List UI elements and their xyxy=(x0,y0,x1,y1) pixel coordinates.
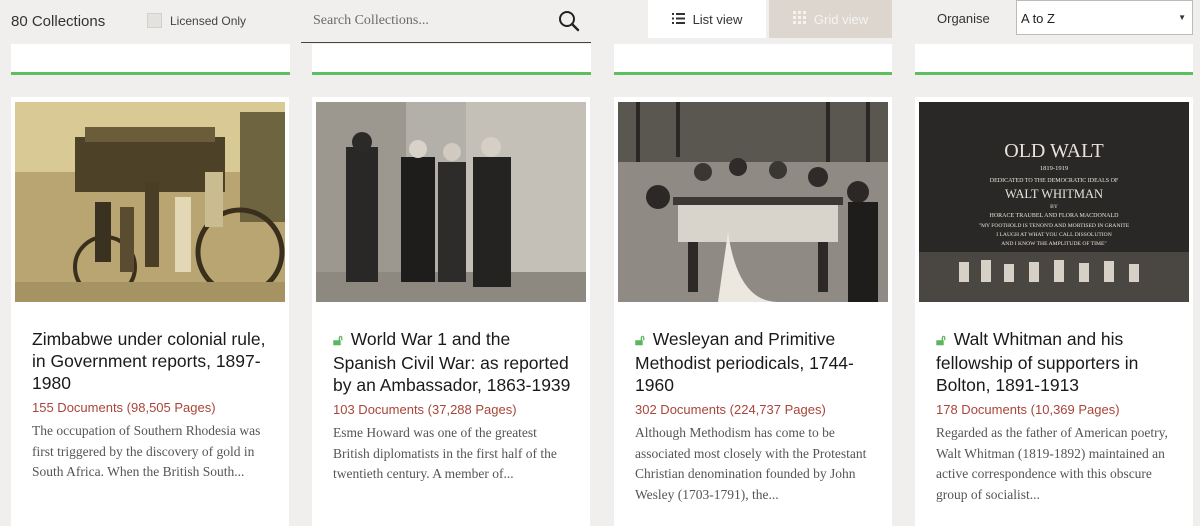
dropdown-arrow-icon: ▼ xyxy=(1178,13,1186,22)
grid-view-label: Grid view xyxy=(813,11,869,27)
document-count-link[interactable]: 155 Documents (98,505 Pages) xyxy=(32,400,274,415)
grid-view-button[interactable]: Grid view xyxy=(769,0,892,38)
list-view-label: List view xyxy=(692,11,743,27)
unlocked-padlock-icon: 🔓︎ xyxy=(635,332,645,349)
licensed-only-checkbox[interactable]: Licensed Only xyxy=(147,13,246,28)
plaque-quote-3: AND I KNOW THE AMPLITUDE OF TIME" xyxy=(1001,241,1106,247)
plaque-authors: HORACE TRAUBEL AND FLORA MACDONALD xyxy=(989,213,1119,219)
collection-title[interactable]: Zimbabwe under colonial rule, in Governm… xyxy=(32,328,274,394)
collection-card[interactable]: OLD WALT 1819-1919 DEDICATED TO THE DEMO… xyxy=(915,97,1193,526)
collection-title[interactable]: 🔓︎ Walt Whitman and his fellowship of sup… xyxy=(936,328,1178,396)
search-bar xyxy=(301,0,591,43)
collection-card[interactable]: 🔓︎ Wesleyan and Primitive Methodist perio… xyxy=(614,97,892,526)
organise-label: Organise xyxy=(937,11,990,26)
collection-title[interactable]: 🔓︎ Wesleyan and Primitive Methodist perio… xyxy=(635,328,877,396)
toolbar: 80 Collections Licensed Only List view G… xyxy=(0,0,1200,44)
collection-title[interactable]: 🔓︎ World War 1 and the Spanish Civil War:… xyxy=(333,328,575,396)
card-body: 🔓︎ World War 1 and the Spanish Civil War:… xyxy=(333,328,575,485)
card-body: 🔓︎ Wesleyan and Primitive Methodist perio… xyxy=(635,328,877,505)
licensed-only-label: Licensed Only xyxy=(170,13,247,28)
collection-card[interactable]: Zimbabwe under colonial rule, in Governm… xyxy=(11,97,289,526)
plaque-dedication: DEDICATED TO THE DEMOCRATIC IDEALS OF xyxy=(990,178,1119,184)
plaque-title: OLD WALT xyxy=(1004,140,1103,162)
list-icon xyxy=(671,12,685,27)
unlocked-padlock-icon: 🔓︎ xyxy=(333,332,343,349)
plaque-name: WALT WHITMAN xyxy=(1005,187,1103,201)
grid-icon xyxy=(792,11,806,27)
collection-description: Esme Howard was one of the greatest Brit… xyxy=(333,425,557,481)
previous-card-bottom xyxy=(312,44,591,75)
document-count-link[interactable]: 103 Documents (37,288 Pages) xyxy=(333,402,575,417)
search-icon[interactable] xyxy=(557,9,581,33)
plaque-years: 1819-1919 xyxy=(1040,165,1068,172)
previous-card-bottom xyxy=(915,44,1193,75)
checkbox-box[interactable] xyxy=(147,13,162,28)
plaque-by: BY xyxy=(1050,204,1058,210)
document-count-link[interactable]: 302 Documents (224,737 Pages) xyxy=(635,402,877,417)
card-body: 🔓︎ Walt Whitman and his fellowship of sup… xyxy=(936,328,1178,505)
collection-card[interactable]: 🔓︎ World War 1 and the Spanish Civil War:… xyxy=(312,97,590,526)
plaque-quote-2: I LAUGH AT WHAT YOU CALL DISSOLUTION xyxy=(996,232,1112,238)
list-view-button[interactable]: List view xyxy=(648,0,766,38)
previous-card-bottom xyxy=(11,44,290,75)
collection-description: Although Methodism has come to be associ… xyxy=(635,425,867,502)
collection-thumbnail[interactable] xyxy=(316,102,586,302)
unlocked-padlock-icon: 🔓︎ xyxy=(936,332,946,349)
collection-count: 80 Collections xyxy=(11,13,106,30)
collection-description: Regarded as the father of American poetr… xyxy=(936,425,1168,502)
document-count-link[interactable]: 178 Documents (10,369 Pages) xyxy=(936,402,1178,417)
plaque-quote-1: "MY FOOTHOLD IS TENON'D AND MORTISED IN … xyxy=(979,223,1130,229)
card-body: Zimbabwe under colonial rule, in Governm… xyxy=(32,328,274,483)
collection-thumbnail[interactable] xyxy=(618,102,888,302)
sort-select[interactable]: A to Z ▼ xyxy=(1016,0,1193,35)
collection-thumbnail[interactable] xyxy=(15,102,285,302)
collection-description: The occupation of Southern Rhodesia was … xyxy=(32,423,261,479)
previous-card-bottom xyxy=(614,44,892,75)
collection-thumbnail[interactable]: OLD WALT 1819-1919 DEDICATED TO THE DEMO… xyxy=(919,102,1189,302)
sort-value: A to Z xyxy=(1021,11,1055,26)
search-input[interactable] xyxy=(313,10,543,32)
